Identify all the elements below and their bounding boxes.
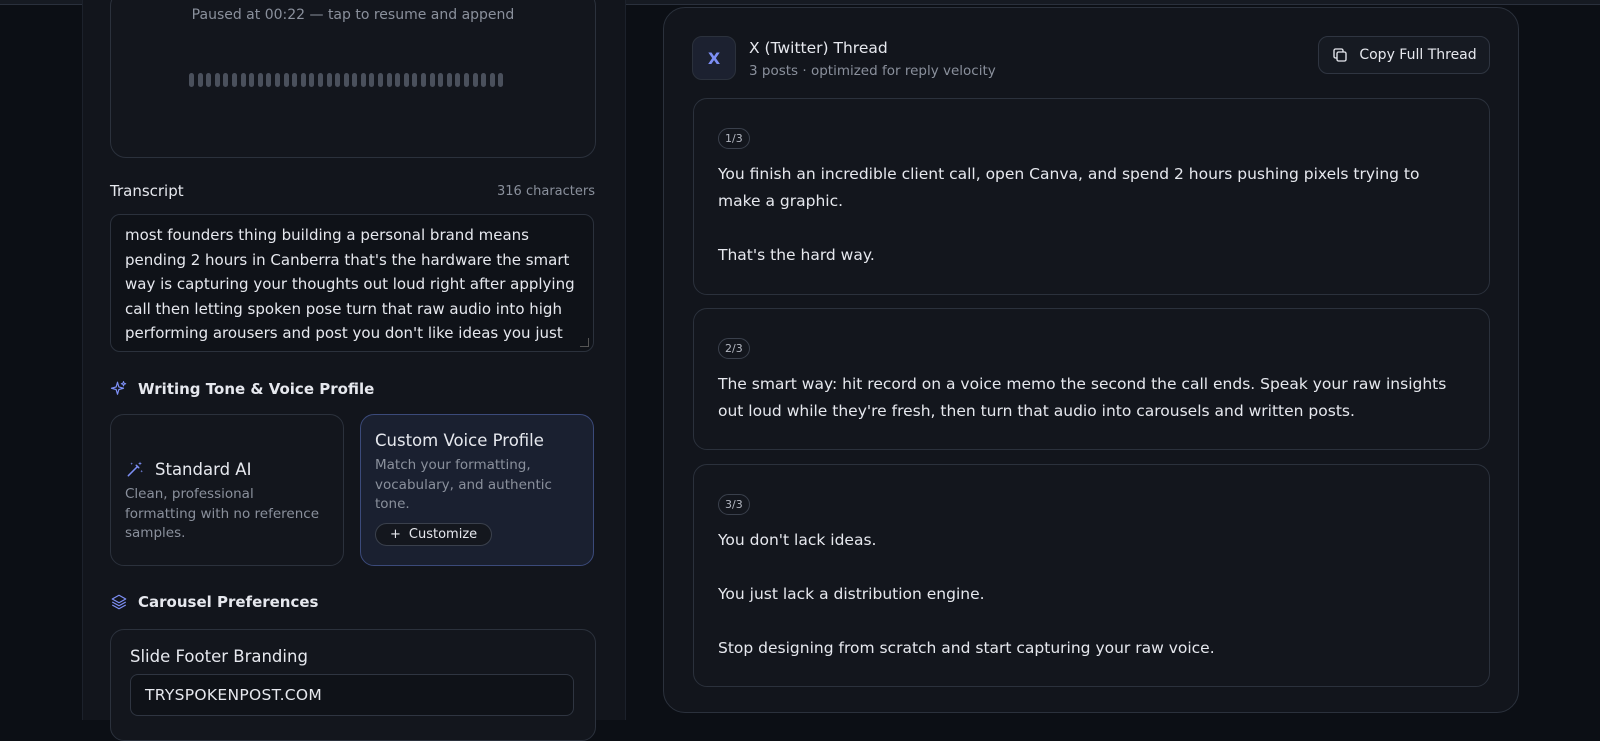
transcript-label: Transcript — [110, 182, 184, 200]
waveform-bar — [292, 73, 298, 87]
copy-icon — [1333, 48, 1348, 62]
post-index-badge: 2/3 — [718, 338, 750, 359]
thread-panel: X X (Twitter) Thread 3 posts · optimized… — [663, 7, 1519, 713]
waveform-bar — [231, 73, 237, 87]
post-index-badge: 3/3 — [718, 494, 750, 515]
waveform-bar — [360, 73, 366, 87]
waveform-bar — [240, 73, 246, 87]
tone-section-title: Writing Tone & Voice Profile — [138, 380, 375, 398]
copy-button-label: Copy Full Thread — [1359, 47, 1477, 63]
waveform-bar — [369, 73, 375, 87]
waveform-bar — [403, 73, 409, 87]
tone-section-heading: Writing Tone & Voice Profile — [110, 380, 374, 398]
waveform-bar — [206, 73, 212, 87]
waveform-bar — [257, 73, 263, 87]
waveform-bar — [274, 73, 280, 87]
standard-ai-description: Clean, professional formatting with no r… — [125, 486, 320, 541]
footer-branding-label: Slide Footer Branding — [130, 647, 308, 666]
magic-wand-icon — [127, 461, 143, 477]
audio-waveform — [189, 73, 504, 87]
thread-post-card: 1/3 You finish an incredible client call… — [693, 98, 1490, 295]
waveform-bar — [189, 73, 194, 87]
plus-icon: + — [390, 526, 401, 542]
waveform-bar — [472, 73, 478, 87]
custom-voice-title: Custom Voice Profile — [375, 431, 544, 450]
waveform-bar — [446, 73, 452, 87]
waveform-bar — [395, 73, 401, 87]
thread-title: X (Twitter) Thread — [749, 39, 888, 57]
transcript-textarea[interactable]: most founders thing building a personal … — [110, 214, 594, 352]
waveform-bar — [386, 73, 392, 87]
waveform-bar — [326, 73, 332, 87]
custom-voice-description: Match your formatting, vocabulary, and a… — [375, 457, 552, 512]
waveform-bar — [498, 73, 504, 87]
waveform-bar — [464, 73, 469, 87]
post-text: You finish an incredible client call, op… — [718, 165, 1420, 264]
post-text: The smart way: hit record on a voice mem… — [718, 375, 1447, 420]
resize-handle[interactable] — [580, 338, 589, 347]
waveform-bar — [455, 73, 461, 87]
footer-branding-input[interactable]: TRYSPOKENPOST.COM — [130, 674, 574, 716]
waveform-bar — [378, 73, 384, 87]
waveform-bar — [489, 73, 495, 87]
tone-option-standard-ai[interactable]: Standard AI Clean, professional formatti… — [110, 414, 344, 566]
waveform-bar — [352, 73, 358, 87]
customize-button[interactable]: + Customize — [375, 522, 493, 546]
transcript-char-count: 316 characters — [497, 184, 595, 199]
voice-recorder[interactable]: Paused at 00:22 — tap to resume and appe… — [110, 0, 596, 158]
waveform-bar — [266, 73, 272, 87]
waveform-bar — [481, 73, 487, 87]
transcript-text[interactable]: most founders thing building a personal … — [125, 223, 579, 351]
waveform-bar — [335, 73, 341, 87]
copy-full-thread-button[interactable]: Copy Full Thread — [1318, 36, 1490, 74]
waveform-bar — [249, 73, 255, 87]
waveform-bar — [283, 73, 289, 87]
waveform-bar — [309, 73, 315, 87]
waveform-bar — [421, 73, 427, 87]
standard-ai-title: Standard AI — [155, 459, 252, 479]
waveform-bar — [300, 73, 306, 87]
thread-post-card: 2/3 The smart way: hit record on a voice… — [693, 308, 1490, 450]
footer-branding-card: Slide Footer Branding TRYSPOKENPOST.COM — [110, 629, 596, 741]
waveform-bar — [223, 73, 229, 87]
waveform-bar — [429, 73, 435, 87]
thread-subtitle: 3 posts · optimized for reply velocity — [749, 63, 996, 79]
post-text: You don't lack ideas. You just lack a di… — [718, 531, 1215, 657]
carousel-section-heading: Carousel Preferences — [110, 593, 318, 611]
post-index-badge: 1/3 — [718, 128, 750, 149]
waveform-bar — [197, 73, 203, 87]
carousel-section-title: Carousel Preferences — [138, 593, 319, 611]
layers-icon — [111, 594, 127, 610]
waveform-bar — [214, 73, 220, 87]
waveform-bar — [343, 73, 349, 87]
thread-post-card: 3/3 You don't lack ideas. You just lack … — [693, 464, 1490, 687]
tone-option-custom-voice[interactable]: Custom Voice Profile Match your formatti… — [360, 414, 594, 566]
recorder-status: Paused at 00:22 — tap to resume and appe… — [191, 7, 515, 23]
customize-button-label: Customize — [408, 526, 478, 542]
waveform-bar — [317, 73, 323, 87]
x-logo-icon: X — [692, 36, 736, 80]
sparkles-icon — [110, 381, 127, 395]
waveform-bar — [412, 73, 418, 87]
waveform-bar — [438, 73, 444, 87]
